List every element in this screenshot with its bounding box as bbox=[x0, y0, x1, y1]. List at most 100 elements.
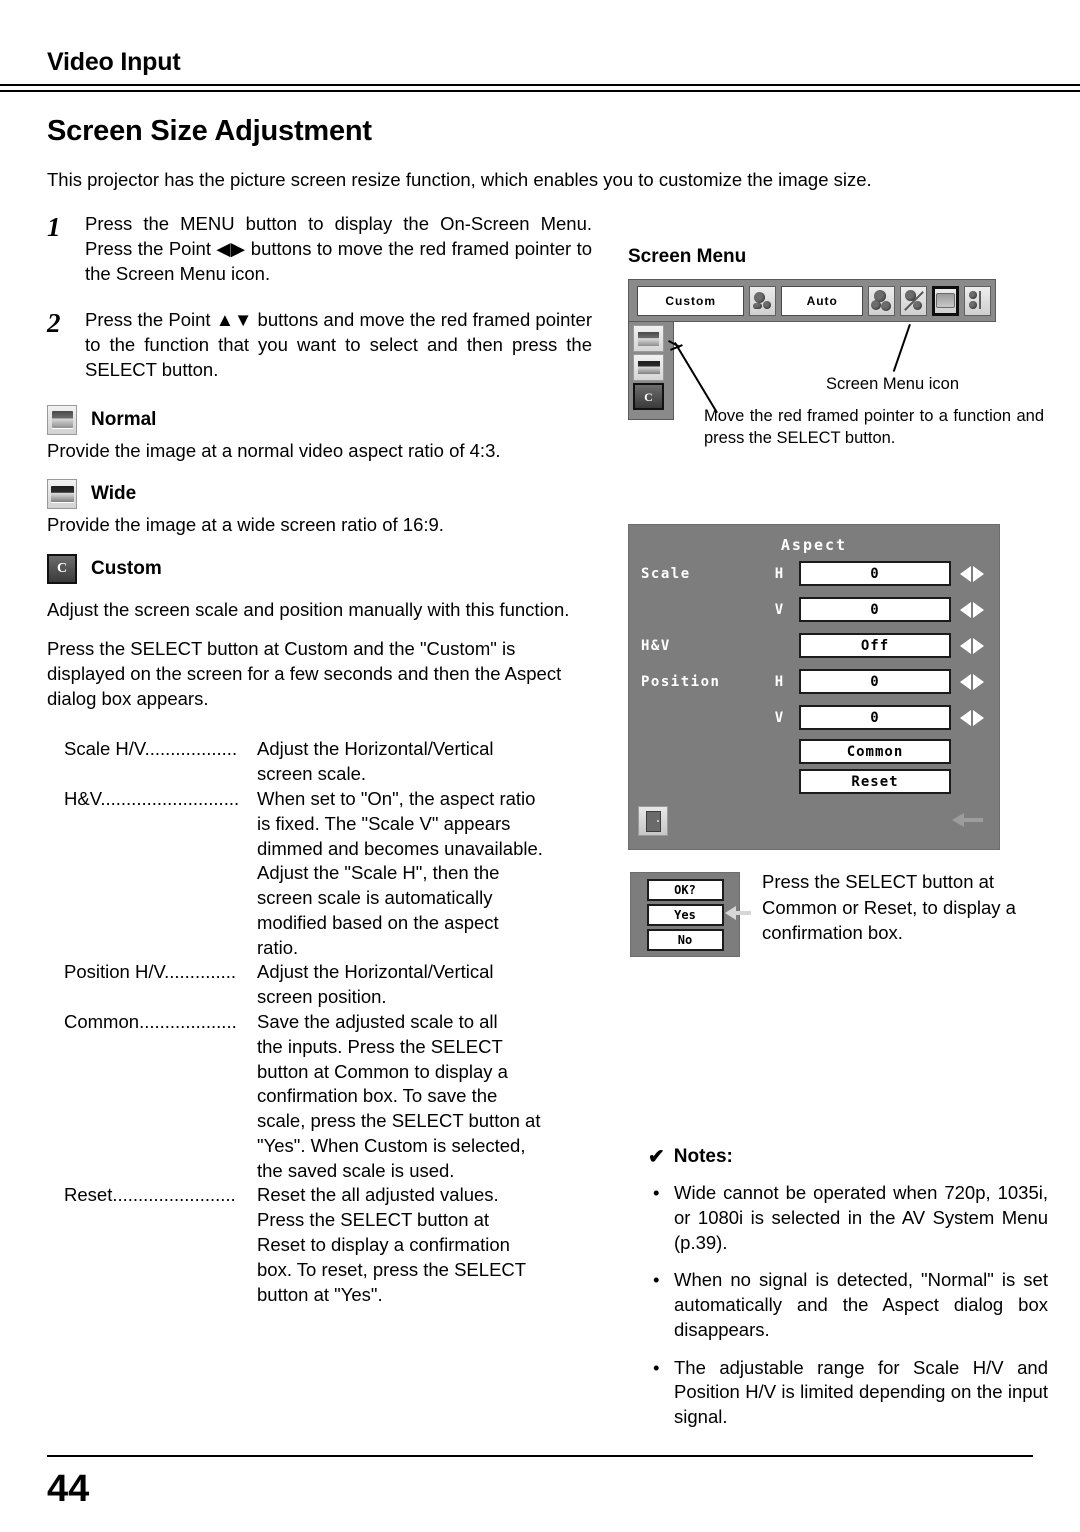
intro-paragraph: This projector has the picture screen re… bbox=[47, 169, 872, 190]
definition-term: Common................... bbox=[47, 1010, 257, 1035]
bullet-icon: • bbox=[653, 1269, 660, 1291]
aspect-row-scale-v: V 0 bbox=[629, 593, 999, 626]
left-arrow-icon[interactable] bbox=[960, 637, 971, 654]
definition-desc: Save the adjusted scale to all bbox=[257, 1010, 498, 1032]
aspect-dialog-title: Aspect bbox=[780, 536, 848, 554]
screen-menu-icon[interactable] bbox=[932, 285, 959, 316]
yes-button[interactable]: Yes bbox=[646, 904, 724, 926]
definition-cont: Adjust the "Scale H", then the bbox=[47, 861, 592, 886]
hv-value[interactable]: Off bbox=[799, 633, 951, 658]
note-text: The adjustable range for Scale H/V and P… bbox=[674, 1356, 1048, 1428]
hv-arrows[interactable] bbox=[960, 637, 994, 654]
right-arrow-icon[interactable] bbox=[973, 637, 984, 654]
right-arrow-icon[interactable] bbox=[973, 601, 984, 618]
position-h-arrows[interactable] bbox=[960, 673, 994, 690]
notes-heading-label: Notes: bbox=[673, 1146, 733, 1167]
on-screen-menu-bar: Custom Auto bbox=[628, 279, 996, 322]
page-title: Screen Size Adjustment bbox=[47, 115, 372, 147]
bullet-icon: • bbox=[653, 1182, 660, 1203]
custom-paragraph-2: Press the SELECT button at Custom and th… bbox=[47, 638, 562, 709]
right-arrow-icon[interactable] bbox=[973, 673, 984, 690]
input-source-icon[interactable] bbox=[749, 285, 777, 316]
position-v-value[interactable]: 0 bbox=[799, 705, 951, 730]
exit-door-icon[interactable] bbox=[638, 806, 668, 836]
definition-cont-line: ratio. bbox=[257, 936, 299, 958]
step-text: Press the MENU button to display the On-… bbox=[85, 213, 592, 284]
left-arrow-icon[interactable] bbox=[960, 673, 971, 690]
notes-section: ✔ Notes: • Wide cannot be operated when … bbox=[648, 1146, 1048, 1430]
option-label: Wide bbox=[91, 483, 137, 505]
submenu-callout: Move the red framed pointer to a functio… bbox=[704, 407, 1044, 448]
definition-cont-line: the inputs. Press the SELECT bbox=[257, 1035, 503, 1057]
sound-icon[interactable] bbox=[964, 285, 991, 316]
definition-cont: the inputs. Press the SELECT bbox=[47, 1035, 592, 1060]
left-arrow-icon[interactable] bbox=[960, 601, 971, 618]
right-arrow-icon[interactable] bbox=[973, 565, 984, 582]
leader-dots: .................. bbox=[144, 738, 238, 760]
leader-dots: ........................ bbox=[112, 1184, 236, 1206]
definition-cont: screen position. bbox=[47, 985, 592, 1010]
term-text: Position H/V bbox=[64, 961, 165, 983]
no-button[interactable]: No bbox=[646, 929, 724, 951]
scale-v-arrows[interactable] bbox=[960, 601, 994, 618]
definition-cont-line: Reset to display a confirmation bbox=[257, 1234, 510, 1255]
reset-button[interactable]: Reset bbox=[799, 769, 951, 794]
row-label: H&V bbox=[641, 637, 671, 654]
option-label: Custom bbox=[91, 558, 162, 580]
right-arrow-icon[interactable] bbox=[973, 709, 984, 726]
leader-dots: ................... bbox=[139, 1010, 237, 1032]
definition-cont: is fixed. The "Scale V" appears bbox=[47, 812, 592, 837]
chapter-title: Video Input bbox=[47, 48, 181, 76]
scale-v-value[interactable]: 0 bbox=[799, 597, 951, 622]
wide-screen-icon[interactable] bbox=[633, 354, 664, 381]
position-v-arrows[interactable] bbox=[960, 709, 994, 726]
position-h-value[interactable]: 0 bbox=[799, 669, 951, 694]
row-axis: V bbox=[774, 601, 784, 618]
left-arrow-icon[interactable] bbox=[960, 565, 971, 582]
left-arrow-pointer-icon bbox=[725, 906, 751, 920]
aspect-row-position-h: Position H 0 bbox=[629, 665, 999, 698]
definition-row: Reset........................ Reset the … bbox=[47, 1183, 592, 1208]
common-button[interactable]: Common bbox=[799, 739, 951, 764]
definition-desc: Adjust the Horizontal/Vertical bbox=[257, 961, 494, 983]
definition-row: H&V........................... When set … bbox=[47, 787, 592, 812]
menu-field-auto[interactable]: Auto bbox=[781, 285, 863, 316]
step-number: 2 bbox=[47, 308, 61, 339]
scale-h-value[interactable]: 0 bbox=[799, 561, 951, 586]
step-number: 1 bbox=[47, 212, 61, 242]
notes-heading: ✔ Notes: bbox=[648, 1146, 1048, 1168]
term-text: Scale H/V bbox=[64, 738, 145, 760]
definition-cont: box. To reset, press the SELECT bbox=[47, 1258, 592, 1283]
menu-field-custom[interactable]: Custom bbox=[637, 285, 745, 316]
option-custom: C Custom bbox=[47, 554, 592, 585]
definition-cont: Reset to display a confirmation bbox=[47, 1233, 592, 1258]
definition-cont-line: button at Common to display a bbox=[257, 1060, 508, 1082]
screen-menu-title: Screen Menu bbox=[628, 246, 747, 267]
leader-dots: ........................... bbox=[100, 787, 240, 809]
definition-term: H&V........................... bbox=[47, 787, 257, 812]
definition-cont: ratio. bbox=[47, 936, 592, 961]
definition-cont: confirmation box. To save the bbox=[47, 1084, 592, 1109]
ok-label: OK? bbox=[646, 879, 724, 901]
definition-cont-line: "Yes". When Custom is selected, bbox=[257, 1134, 526, 1156]
image-adjust-icon[interactable] bbox=[900, 285, 927, 316]
normal-screen-icon[interactable] bbox=[633, 325, 664, 352]
normal-screen-icon bbox=[47, 404, 77, 435]
common-button-row: Common bbox=[629, 739, 999, 764]
note-text: Wide cannot be operated when 720p, 1035i… bbox=[674, 1182, 1048, 1253]
definition-row: Scale H/V.................. Adjust the H… bbox=[47, 737, 592, 762]
definition-cont: Press the SELECT button at bbox=[47, 1208, 592, 1233]
definition-cont-line: Adjust the "Scale H", then the bbox=[257, 862, 500, 884]
definition-cont: button at Common to display a bbox=[47, 1060, 592, 1085]
leader-line-submenu bbox=[674, 341, 718, 414]
color-adjust-icon[interactable] bbox=[868, 285, 895, 316]
custom-screen-icon[interactable]: C bbox=[633, 383, 664, 410]
left-arrow-icon[interactable] bbox=[960, 709, 971, 726]
definition-term: Position H/V.............. bbox=[47, 960, 257, 985]
reset-button-row: Reset bbox=[629, 769, 999, 794]
definition-cont-line: is fixed. The "Scale V" appears bbox=[257, 812, 511, 834]
definition-cont: scale, press the SELECT button at bbox=[47, 1109, 592, 1134]
note-item: • Wide cannot be operated when 720p, 103… bbox=[648, 1181, 1048, 1255]
back-arrow-icon[interactable] bbox=[952, 813, 983, 827]
scale-h-arrows[interactable] bbox=[960, 565, 994, 582]
